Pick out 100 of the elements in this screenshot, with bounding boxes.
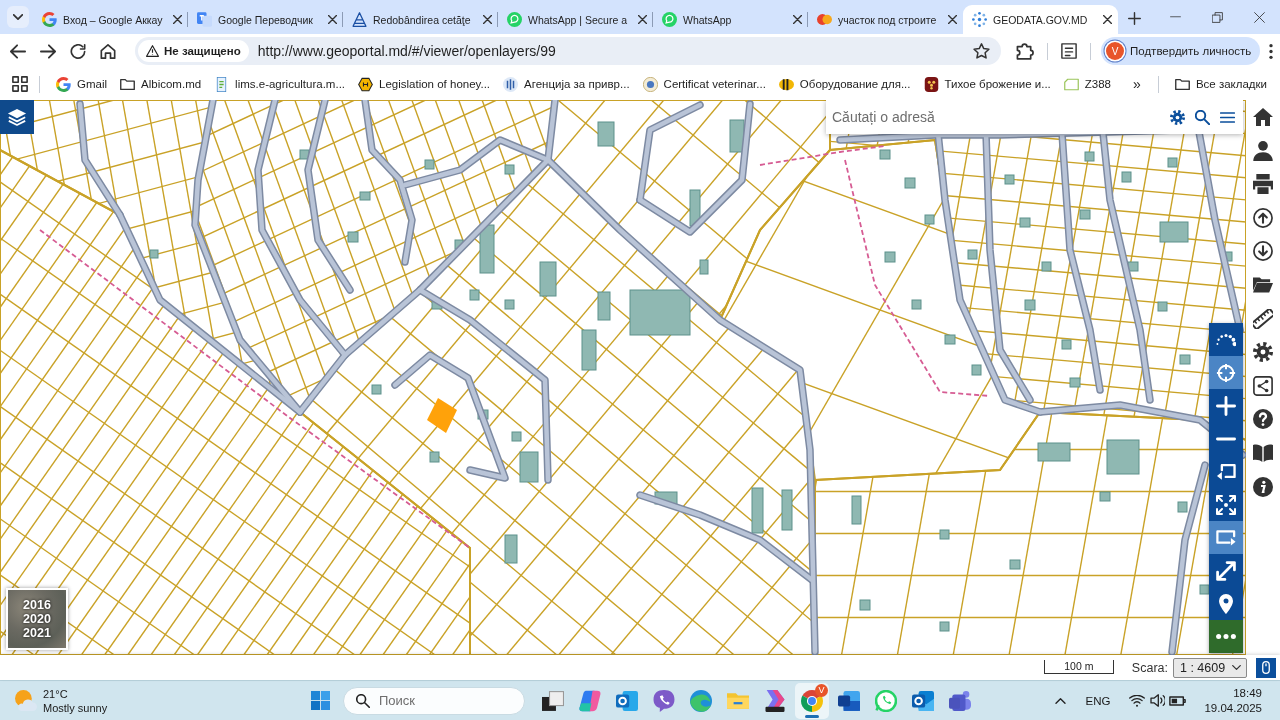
crosshair-icon [1216, 362, 1236, 383]
wifi-icon[interactable] [1129, 694, 1146, 707]
browser-tab[interactable]: WhatsApp [653, 5, 808, 34]
more-button[interactable] [1209, 620, 1243, 653]
frame-arrow-icon [1216, 461, 1236, 482]
chevron-up-icon[interactable] [1054, 697, 1066, 704]
back-icon[interactable] [10, 43, 26, 59]
search-field[interactable]: Поиск [343, 686, 525, 715]
close-icon[interactable] [483, 15, 492, 24]
reload-icon[interactable] [70, 43, 86, 59]
folder-icon [1174, 76, 1190, 92]
more-bookmarks-button[interactable]: » [1127, 76, 1147, 92]
next-view-button[interactable] [1209, 521, 1243, 554]
bookmark-link[interactable]: Оборудование для... [773, 71, 916, 97]
ruler-icon[interactable] [1253, 308, 1273, 329]
search-field[interactable]: Căutați o adresă [826, 102, 1160, 132]
building [1041, 261, 1052, 272]
bookmark-link[interactable]: Albicom.md [115, 71, 207, 97]
folder-icon[interactable] [1253, 274, 1273, 295]
star-icon[interactable] [973, 43, 990, 59]
tab-search-button[interactable] [7, 6, 29, 28]
scale-dropdown[interactable]: 1 : 4609 [1173, 657, 1247, 678]
full-extent-button[interactable] [1209, 488, 1243, 521]
bookmark-link[interactable]: Агенција за привр... [498, 71, 635, 97]
close-icon[interactable] [328, 15, 337, 24]
user-icon[interactable] [1253, 140, 1273, 161]
new-tab-icon[interactable] [1128, 12, 1141, 25]
search-icon[interactable] [1195, 109, 1210, 125]
download-icon[interactable] [1253, 241, 1273, 262]
printer-icon[interactable] [1253, 174, 1273, 195]
home-icon[interactable] [1253, 107, 1273, 127]
menu-icon[interactable] [1220, 109, 1235, 125]
info-icon[interactable] [1253, 476, 1273, 497]
share-icon[interactable] [1253, 375, 1273, 396]
building [519, 451, 539, 483]
fullscreen-button[interactable] [1209, 554, 1243, 587]
building [149, 249, 159, 259]
marker-button[interactable] [1209, 587, 1243, 620]
browser-icon [801, 689, 823, 712]
building [469, 289, 480, 301]
bookmark-link[interactable]: Legislation of honey... [353, 71, 496, 97]
upload-icon[interactable] [1253, 207, 1273, 228]
taskbar-button[interactable]: V [795, 682, 829, 719]
security-chip[interactable]: Не защищено [138, 40, 249, 62]
spinner-button[interactable] [1209, 323, 1243, 356]
address-bar[interactable]: Не защищено http://www.geoportal.md/#/viewer/openlayers/99 [135, 37, 1001, 65]
language-indicator[interactable]: ENG [1085, 694, 1111, 707]
close-icon[interactable] [638, 15, 647, 24]
imagery-years-button[interactable]: 2016 2020 2021 [6, 588, 68, 650]
close-icon[interactable] [1253, 11, 1265, 23]
bookmark-link[interactable]: Z388 [1058, 71, 1116, 97]
settings-icon[interactable] [1253, 342, 1273, 363]
clock-date[interactable]: 19.04.2025 [1204, 700, 1262, 716]
minimize-icon[interactable] [1169, 16, 1181, 18]
building [1024, 299, 1036, 311]
hexagon-icon [358, 76, 374, 92]
browser-tab[interactable]: Google Переводчик [188, 5, 343, 34]
building [884, 251, 896, 263]
battery-icon[interactable] [1169, 695, 1187, 706]
task-view-icon [542, 689, 564, 712]
building [347, 231, 359, 243]
help-icon[interactable] [1253, 409, 1273, 430]
url-text: http://www.geoportal.md/#/viewer/openlayers/99 [257, 43, 557, 59]
settings-icon[interactable] [1170, 109, 1185, 125]
triangle-logo-icon [352, 12, 367, 27]
close-icon[interactable] [793, 15, 802, 24]
browser-tab[interactable]: GEODATA.GOV.MD [963, 5, 1118, 34]
bookmark-link[interactable]: Тихое брожение и... [918, 71, 1056, 97]
book-icon[interactable] [1253, 442, 1273, 463]
bookmark-link[interactable]: Gmail [51, 71, 113, 97]
restore-icon[interactable] [1211, 11, 1223, 23]
avatar: V [1106, 42, 1124, 60]
bookmark-link[interactable]: Certificat veterinar... [637, 71, 771, 97]
kebab-menu-icon[interactable] [1269, 43, 1274, 59]
building [924, 214, 935, 225]
browser-tab[interactable]: WhatsApp | Secure a [498, 5, 653, 34]
profile-button[interactable]: V Подтвердить личность [1101, 37, 1261, 65]
browser-tab[interactable]: участок под строите [808, 5, 963, 34]
mouse-icon [1262, 661, 1270, 674]
browser-tab[interactable]: Вход – Google Аккау [33, 5, 188, 34]
building [699, 259, 709, 275]
list-icon[interactable] [1061, 43, 1077, 59]
close-icon[interactable] [948, 15, 957, 24]
forward-icon[interactable] [40, 43, 56, 59]
close-icon[interactable] [173, 15, 182, 24]
browser-tab[interactable]: Redobândirea cetăţe [343, 5, 498, 34]
all-bookmarks-link[interactable]: Все закладки [1169, 71, 1272, 97]
clock-time[interactable]: 18:49 [1233, 685, 1262, 701]
gradient-logo-icon [579, 689, 601, 712]
puzzle-icon[interactable] [1016, 42, 1034, 60]
bookmark-link[interactable]: lims.e-agricultura.m... [209, 71, 351, 97]
apps-grid-icon[interactable] [12, 76, 28, 92]
mouse-button[interactable] [1256, 657, 1276, 678]
home-icon[interactable] [100, 43, 116, 59]
layers-button[interactable] [0, 100, 34, 134]
locate-button[interactable] [1209, 356, 1243, 389]
close-icon[interactable] [1103, 15, 1112, 24]
speaker-icon[interactable] [1150, 694, 1166, 707]
zoom-in-button[interactable] [1209, 389, 1243, 422]
building [504, 534, 518, 564]
